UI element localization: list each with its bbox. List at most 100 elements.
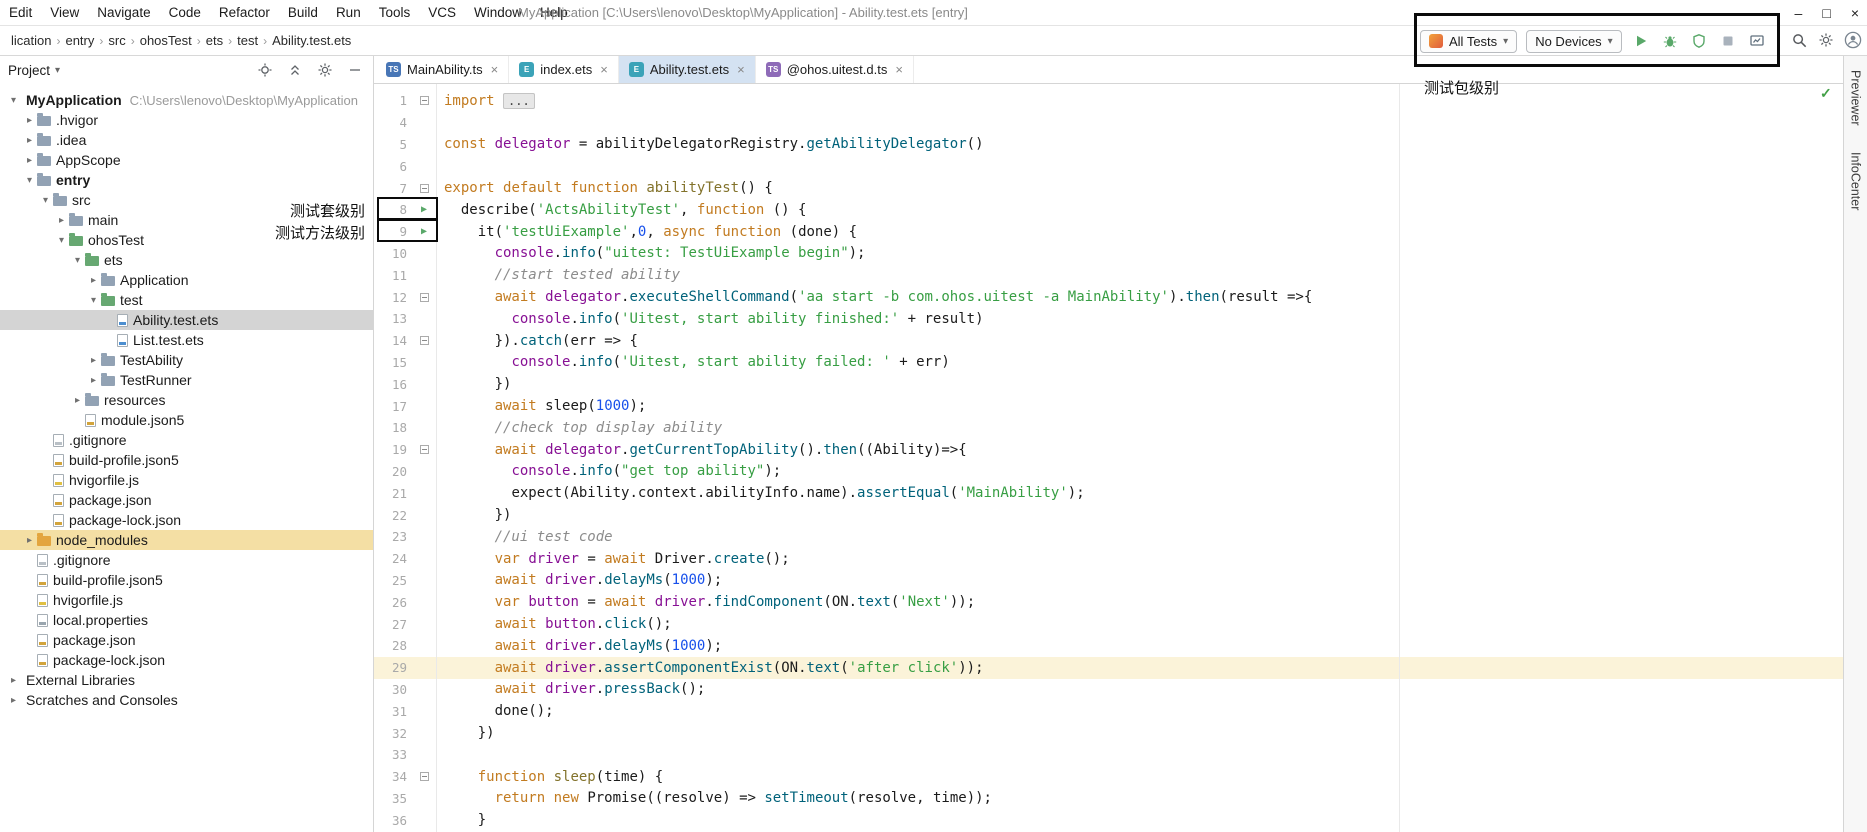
close-icon[interactable]: × <box>598 62 608 77</box>
code-line[interactable]: 25 await driver.delayMs(1000); <box>374 570 1843 592</box>
code-line[interactable]: 33 <box>374 744 1843 766</box>
tree-item-.gitignore[interactable]: .gitignore <box>0 430 373 450</box>
line-number[interactable]: 17 <box>374 399 412 414</box>
tool-tab-infocenter[interactable]: InfoCenter <box>1849 152 1863 210</box>
tab-@ohos.uitest.d.ts[interactable]: TS@ohos.uitest.d.ts× <box>756 56 914 83</box>
code-line[interactable]: 32 }) <box>374 722 1843 744</box>
chevron-right-icon[interactable]: ▸ <box>22 535 37 546</box>
inspections-status-icon[interactable]: ✓ <box>1820 85 1832 102</box>
line-number[interactable]: 1 <box>374 93 412 108</box>
line-number[interactable]: 25 <box>374 573 412 588</box>
tab-ability.test.ets[interactable]: EAbility.test.ets× <box>619 56 756 83</box>
line-number[interactable]: 11 <box>374 268 412 283</box>
tree-item-external-libraries[interactable]: ▸External Libraries <box>0 670 373 690</box>
line-number[interactable]: 24 <box>374 551 412 566</box>
coverage-button[interactable] <box>1689 31 1709 51</box>
code-line[interactable]: 15 console.info('Uitest, start ability f… <box>374 352 1843 374</box>
menu-view[interactable]: View <box>41 0 88 25</box>
minimize-button[interactable]: – <box>1795 5 1803 21</box>
tree-item-test[interactable]: ▾test <box>0 290 373 310</box>
code-line[interactable]: 4 <box>374 112 1843 134</box>
line-number[interactable]: 8 <box>374 202 412 217</box>
project-view-selector[interactable]: Project ▾ <box>8 63 60 78</box>
line-number[interactable]: 13 <box>374 311 412 326</box>
chevron-right-icon[interactable]: ▸ <box>86 355 101 366</box>
tree-item-build-profile.json5[interactable]: build-profile.json5 <box>0 450 373 470</box>
fold-icon[interactable] <box>412 293 436 302</box>
tree-item-scratches-and-consoles[interactable]: ▸Scratches and Consoles <box>0 690 373 710</box>
code-line[interactable]: 19 await delegator.getCurrentTopAbility(… <box>374 439 1843 461</box>
breadcrumb-item-test[interactable]: test <box>234 33 261 48</box>
code-line[interactable]: 29 await driver.assertComponentExist(ON.… <box>374 657 1843 679</box>
fold-icon[interactable] <box>412 184 436 193</box>
code-line[interactable]: 6 <box>374 155 1843 177</box>
fold-icon[interactable] <box>412 772 436 781</box>
code-line[interactable]: 28 await driver.delayMs(1000); <box>374 635 1843 657</box>
chevron-down-icon[interactable]: ▾ <box>70 255 85 266</box>
fold-icon[interactable] <box>412 445 436 454</box>
tree-item-.idea[interactable]: ▸.idea <box>0 130 373 150</box>
tree-item-ability.test.ets[interactable]: Ability.test.ets <box>0 310 373 330</box>
code-line[interactable]: 24 var driver = await Driver.create(); <box>374 548 1843 570</box>
tree-item-package-lock.json[interactable]: package-lock.json <box>0 510 373 530</box>
code-line[interactable]: 17 await sleep(1000); <box>374 395 1843 417</box>
tree-item-package.json[interactable]: package.json <box>0 490 373 510</box>
settings-gear-icon[interactable] <box>1816 30 1836 50</box>
chevron-down-icon[interactable]: ▾ <box>54 235 69 246</box>
code-line[interactable]: 20 console.info("get top ability"); <box>374 461 1843 483</box>
breadcrumb-item-ohostest[interactable]: ohosTest <box>137 33 195 48</box>
code-line[interactable]: 30 await driver.pressBack(); <box>374 679 1843 701</box>
line-number[interactable]: 30 <box>374 682 412 697</box>
chevron-right-icon[interactable]: ▸ <box>6 675 21 686</box>
tree-item-myapplication[interactable]: ▾MyApplicationC:\Users\lenovo\Desktop\My… <box>0 90 373 110</box>
collapse-all-icon[interactable] <box>285 60 305 80</box>
code-line[interactable]: 34 function sleep(time) { <box>374 766 1843 788</box>
code-line[interactable]: 11 //start tested ability <box>374 264 1843 286</box>
line-number[interactable]: 27 <box>374 617 412 632</box>
close-icon[interactable]: × <box>893 62 903 77</box>
line-number[interactable]: 23 <box>374 529 412 544</box>
line-number[interactable]: 5 <box>374 137 412 152</box>
code-line[interactable]: 35 return new Promise((resolve) => setTi… <box>374 788 1843 810</box>
line-number[interactable]: 14 <box>374 333 412 348</box>
chevron-down-icon[interactable]: ▾ <box>86 295 101 306</box>
panel-settings-gear-icon[interactable] <box>315 60 335 80</box>
line-number[interactable]: 21 <box>374 486 412 501</box>
tree-item-list.test.ets[interactable]: List.test.ets <box>0 330 373 350</box>
code-line[interactable]: 22 }) <box>374 504 1843 526</box>
tree-item-testability[interactable]: ▸TestAbility <box>0 350 373 370</box>
menu-run[interactable]: Run <box>327 0 370 25</box>
line-number[interactable]: 34 <box>374 769 412 784</box>
close-icon[interactable]: × <box>735 62 745 77</box>
run-test-icon[interactable]: ▶ <box>412 205 436 215</box>
debug-button[interactable] <box>1660 31 1680 51</box>
code-line[interactable]: 16 }) <box>374 373 1843 395</box>
close-icon[interactable]: × <box>489 62 499 77</box>
tree-item-build-profile.json5[interactable]: build-profile.json5 <box>0 570 373 590</box>
chevron-right-icon[interactable]: ▸ <box>6 695 21 706</box>
breadcrumb-item-ability.test.ets[interactable]: Ability.test.ets <box>269 33 354 48</box>
code-line[interactable]: 31 done(); <box>374 700 1843 722</box>
tree-item-module.json5[interactable]: module.json5 <box>0 410 373 430</box>
menu-tools[interactable]: Tools <box>370 0 420 25</box>
code-line[interactable]: 18 //check top display ability <box>374 417 1843 439</box>
chevron-right-icon[interactable]: ▸ <box>86 275 101 286</box>
device-select[interactable]: No Devices ▾ <box>1526 30 1622 53</box>
line-number[interactable]: 33 <box>374 747 412 762</box>
tab-index.ets[interactable]: Eindex.ets× <box>509 56 619 83</box>
run-button[interactable] <box>1631 31 1651 51</box>
tree-item-.gitignore[interactable]: .gitignore <box>0 550 373 570</box>
chevron-right-icon[interactable]: ▸ <box>70 395 85 406</box>
profiler-button[interactable] <box>1747 31 1767 51</box>
chevron-down-icon[interactable]: ▾ <box>6 95 21 106</box>
menu-vcs[interactable]: VCS <box>419 0 465 25</box>
code-line[interactable]: 13 console.info('Uitest, start ability f… <box>374 308 1843 330</box>
chevron-right-icon[interactable]: ▸ <box>22 155 37 166</box>
breadcrumb-item-entry[interactable]: entry <box>62 33 97 48</box>
code-line[interactable]: 12 await delegator.executeShellCommand('… <box>374 286 1843 308</box>
menu-refactor[interactable]: Refactor <box>210 0 279 25</box>
code-line[interactable]: 23 //ui test code <box>374 526 1843 548</box>
line-number[interactable]: 29 <box>374 660 412 675</box>
code-line[interactable]: 1import ... <box>374 90 1843 112</box>
fold-icon[interactable] <box>412 96 436 105</box>
